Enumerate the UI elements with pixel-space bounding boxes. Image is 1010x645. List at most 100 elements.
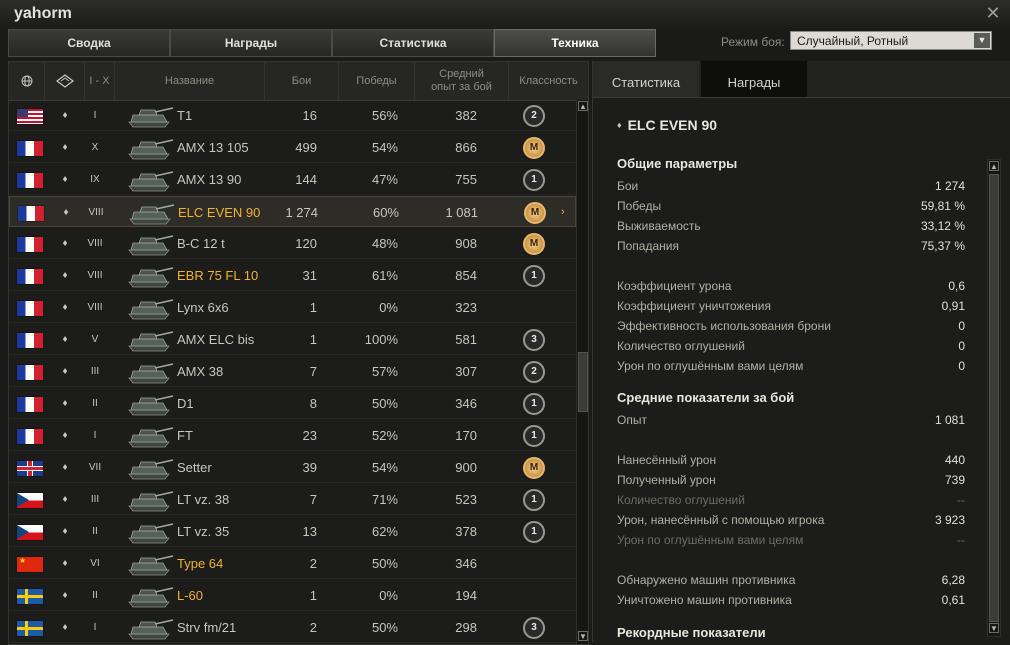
scroll-down-icon[interactable]: ▼	[578, 631, 588, 641]
table-row[interactable]: ♦ III AMX 38 7 57% 307 2	[9, 356, 576, 387]
stat-label: Победы	[617, 199, 662, 213]
win-rate: 54%	[371, 140, 398, 155]
win-rate: 54%	[371, 460, 398, 475]
table-row[interactable]: ♦ VII Setter 39 54% 900 M	[9, 452, 576, 483]
battles: 1	[309, 300, 317, 315]
tab-statistics[interactable]: Статистика	[332, 29, 494, 57]
tank-icon	[123, 358, 175, 385]
table-row[interactable]: ♦ II L-60 1 0% 194	[9, 580, 576, 611]
battles: 7	[309, 364, 317, 379]
table-row[interactable]: ♦ VIII EBR 75 FL 10 31 61% 854 1	[9, 260, 576, 291]
win-rate: 52%	[371, 428, 398, 443]
battles-sort-header[interactable]: Бои	[265, 62, 339, 100]
light-tank-icon: ♦	[62, 430, 68, 441]
vehicle-name: ELC EVEN 90	[627, 117, 718, 133]
vehicle-name: Strv fm/21	[177, 620, 237, 635]
details-scrollbar[interactable]: ▲ ▼	[987, 159, 1001, 637]
details-tab-awards[interactable]: Награды	[701, 61, 807, 97]
scroll-thumb[interactable]	[578, 352, 588, 412]
mastery-badge-icon: 1	[523, 265, 545, 287]
vehicle-name: B-C 12 t	[177, 236, 225, 251]
table-row[interactable]: ♦ I FT 23 52% 170 1	[9, 420, 576, 451]
table-row[interactable]: ♦ VIII Lynx 6x6 1 0% 323	[9, 292, 576, 323]
table-scrollbar[interactable]: ▲ ▼	[576, 100, 588, 644]
flag-fr-icon	[17, 333, 43, 348]
stat-value: 0	[958, 319, 965, 333]
table-row[interactable]: ♦ VIII B-C 12 t 120 48% 908 M	[9, 228, 576, 259]
tab-vehicles[interactable]: Техника	[494, 29, 656, 57]
tank-icon	[123, 230, 175, 257]
stat-label: Коэффициент урона	[617, 279, 732, 293]
battles: 1	[309, 332, 317, 347]
avgxp-header-line1: Средний	[439, 68, 484, 80]
nation-sort-header[interactable]	[9, 62, 45, 100]
tank-icon	[123, 262, 175, 289]
avg-section-title: Средние показатели за бой	[617, 390, 795, 405]
light-tank-icon: ♦	[62, 174, 68, 185]
battles: 31	[302, 268, 317, 283]
mastery-badge-icon: M	[523, 457, 545, 479]
tier: II	[92, 526, 98, 537]
avg-xp: 378	[455, 524, 477, 539]
table-row[interactable]: ♦ I T1 16 56% 382 2	[9, 100, 576, 131]
table-row[interactable]: ♦ V AMX ELC bis 1 100% 581 3	[9, 324, 576, 355]
table-row[interactable]: ♦ I Strv fm/21 2 50% 298 3	[9, 612, 576, 643]
stat-label: Бои	[617, 179, 639, 193]
vehicle-table: I - X Название Бои Победы Средний опыт з…	[8, 61, 589, 645]
tank-icon	[123, 102, 175, 129]
battles: 7	[309, 492, 317, 507]
avgxp-header-line2: опыт за бой	[431, 81, 492, 93]
scroll-up-icon[interactable]: ▲	[989, 161, 999, 171]
vehicle-name: LT vz. 38	[177, 492, 230, 507]
mastery-sort-header[interactable]: Классность	[509, 62, 588, 100]
stat-value: 33,12 %	[920, 219, 965, 233]
tier: VII	[88, 462, 102, 473]
tier: V	[91, 334, 99, 345]
scroll-up-icon[interactable]: ▲	[578, 101, 588, 111]
flag-fr-icon	[17, 301, 43, 316]
table-row[interactable]: ♦ IX AMX 13 90 144 47% 755 1	[9, 164, 576, 195]
table-row[interactable]: ♦ II D1 8 50% 346 1	[9, 388, 576, 419]
wins-sort-header[interactable]: Победы	[339, 62, 415, 100]
stat-value: --	[957, 493, 965, 507]
chevron-right-icon: ›	[561, 206, 565, 218]
avg-xp: 1 081	[445, 205, 478, 220]
table-row[interactable]: ♦ VI Type 64 2 50% 346	[9, 548, 576, 579]
tab-awards[interactable]: Награды	[170, 29, 332, 57]
type-sort-header[interactable]	[45, 62, 85, 100]
tier: VI	[90, 558, 100, 569]
tab-summary[interactable]: Сводка	[8, 29, 170, 57]
flag-usa-icon	[17, 109, 43, 124]
stat-label: Коэффициент уничтожения	[617, 299, 771, 313]
vehicle-title: ♦ ELC EVEN 90	[617, 117, 717, 133]
tier: III	[90, 366, 100, 377]
avgxp-sort-header[interactable]: Средний опыт за бой	[415, 62, 509, 100]
table-row[interactable]: ♦ VIII ELC EVEN 90 1 274 60% 1 081 M ›	[9, 196, 576, 227]
table-row[interactable]: ♦ III LT vz. 38 7 71% 523 1	[9, 484, 576, 515]
battle-mode-select[interactable]: Случайный, Ротный ▼	[790, 31, 992, 50]
details-tab-statistics[interactable]: Статистика	[593, 61, 699, 97]
scroll-thumb[interactable]	[989, 174, 999, 622]
stat-label: Нанесённый урон	[617, 453, 717, 467]
battle-mode-value: Случайный, Ротный	[797, 34, 909, 48]
tier-sort-header[interactable]: I - X	[85, 62, 115, 100]
flag-cz-icon	[17, 493, 43, 508]
vehicle-name: AMX 13 105	[177, 140, 249, 155]
stat-row: Уничтожено машин противника 0,61	[617, 590, 965, 610]
win-rate: 47%	[371, 172, 398, 187]
name-sort-header[interactable]: Название	[115, 62, 265, 100]
win-rate: 56%	[371, 108, 398, 123]
vehicle-name: AMX ELC bis	[177, 332, 255, 347]
light-tank-icon: ♦	[62, 110, 68, 121]
stat-label: Попадания	[617, 239, 679, 253]
tank-icon	[123, 550, 175, 577]
tank-icon	[123, 422, 175, 449]
flag-uk-icon	[17, 461, 43, 476]
table-row[interactable]: ♦ II LT vz. 35 13 62% 378 1	[9, 516, 576, 547]
flag-se-icon	[17, 589, 43, 604]
table-row[interactable]: ♦ X AMX 13 105 499 54% 866 M	[9, 132, 576, 163]
close-icon[interactable]: ✕	[982, 2, 1004, 24]
stat-label: Выживаемость	[617, 219, 701, 233]
vehicle-name: D1	[177, 396, 194, 411]
scroll-down-icon[interactable]: ▼	[989, 623, 999, 633]
